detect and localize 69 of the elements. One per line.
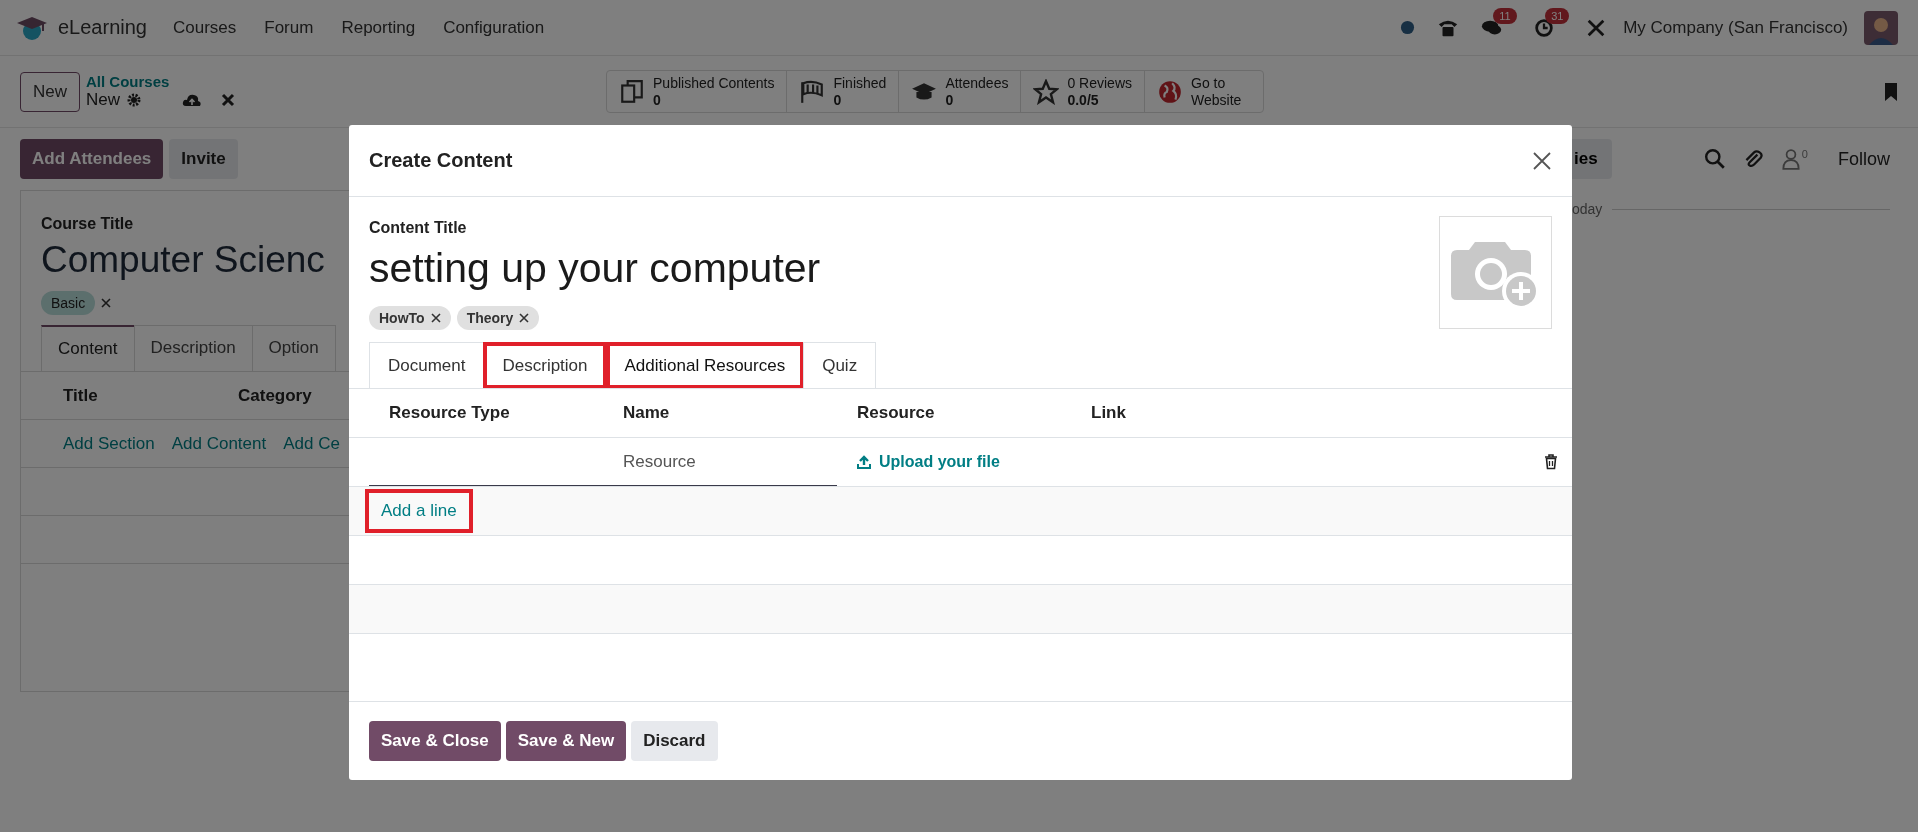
search-icon[interactable]	[1703, 148, 1726, 170]
bookmark-icon[interactable]	[1884, 81, 1898, 102]
remove-tag-icon[interactable]	[430, 313, 441, 323]
tab[interactable]: Content	[41, 325, 135, 371]
add-link[interactable]: Add Section	[63, 433, 155, 454]
follower-count: 0	[1801, 148, 1808, 160]
name-input-field[interactable]: Resource	[603, 438, 837, 486]
status-dot-icon	[1400, 20, 1416, 35]
discard-icon[interactable]	[220, 92, 237, 108]
column-header: Category	[238, 385, 313, 406]
remove-tag-icon[interactable]	[519, 313, 530, 323]
menu-item[interactable]: Reporting	[341, 17, 416, 38]
breadcrumb-link[interactable]: All Courses	[86, 73, 237, 90]
record-name: New	[86, 90, 121, 110]
followers-icon[interactable]	[1779, 148, 1802, 170]
column-header: Name	[622, 402, 671, 424]
tab[interactable]: Option	[251, 325, 336, 371]
stat-button[interactable]: 0 Reviews 0.0/5	[1020, 71, 1145, 112]
stat-button[interactable]: Go to Website	[1144, 71, 1264, 112]
dialog-button[interactable]: Save & Close	[369, 721, 501, 761]
dialog-button[interactable]: Discard	[631, 721, 718, 761]
column-header: Resource	[856, 402, 936, 424]
documents-icon	[619, 78, 646, 105]
tag-chip: Basic	[41, 291, 96, 315]
menu-item[interactable]: Configuration	[443, 17, 545, 38]
activities-button[interactable]: ies	[1572, 139, 1612, 179]
gear-icon[interactable]	[126, 92, 143, 108]
globe-icon	[1157, 78, 1184, 105]
message-count-badge: 11	[1493, 7, 1517, 24]
remove-tag-icon[interactable]	[101, 298, 112, 308]
tab[interactable]: Quiz	[803, 342, 877, 389]
field-label: Course Title	[41, 215, 134, 233]
course-title: Computer Scienc	[41, 239, 325, 281]
avatar-icon[interactable]	[1864, 10, 1898, 45]
trash-icon[interactable]	[1544, 454, 1558, 470]
new-button[interactable]: New	[20, 71, 80, 112]
action-button[interactable]: Invite	[169, 139, 238, 179]
dialog-button[interactable]: Save & New	[505, 721, 627, 761]
column-header: Title	[63, 385, 99, 406]
follow-button[interactable]: Follow	[1838, 148, 1890, 170]
tab[interactable]: Description	[483, 342, 607, 389]
app-name: eLearning	[58, 16, 147, 39]
content-title-field[interactable]: setting up your computer	[369, 245, 821, 292]
company-name[interactable]: My Company (San Francisco)	[1623, 17, 1848, 38]
add-link[interactable]: Add Ce	[283, 433, 340, 454]
stat-button[interactable]: Finished 0	[786, 71, 899, 112]
column-header: Resource Type	[388, 402, 511, 424]
tag-chip: Theory	[456, 306, 540, 330]
add-link[interactable]: Add Content	[171, 433, 267, 454]
flag-icon	[799, 78, 826, 105]
stat-button[interactable]: Published Contents 0	[607, 71, 787, 112]
add-line-link[interactable]: Add a line	[365, 489, 473, 533]
action-button[interactable]: Add Attendees	[20, 139, 164, 179]
dialog-title: Create Content	[369, 149, 513, 172]
menu-item[interactable]: Courses	[172, 17, 237, 38]
stat-button[interactable]: Attendees 0	[898, 71, 1021, 112]
menu-item[interactable]: Forum	[264, 17, 314, 38]
upload-link[interactable]: Upload your file	[857, 453, 1000, 471]
tab[interactable]: Additional Resources	[605, 342, 805, 389]
date-separator-label: oday	[1572, 201, 1603, 217]
field-label: Content Title	[369, 219, 467, 237]
upload-icon	[857, 455, 871, 469]
column-header: Link	[1090, 402, 1127, 424]
activity-count-badge: 31	[1545, 7, 1570, 24]
tag-chip: HowTo	[369, 306, 451, 330]
close-icon[interactable]	[1532, 150, 1552, 171]
cloud-upload-icon[interactable]	[182, 92, 203, 108]
star-icon	[1033, 78, 1060, 105]
tab[interactable]: Document	[369, 342, 485, 389]
